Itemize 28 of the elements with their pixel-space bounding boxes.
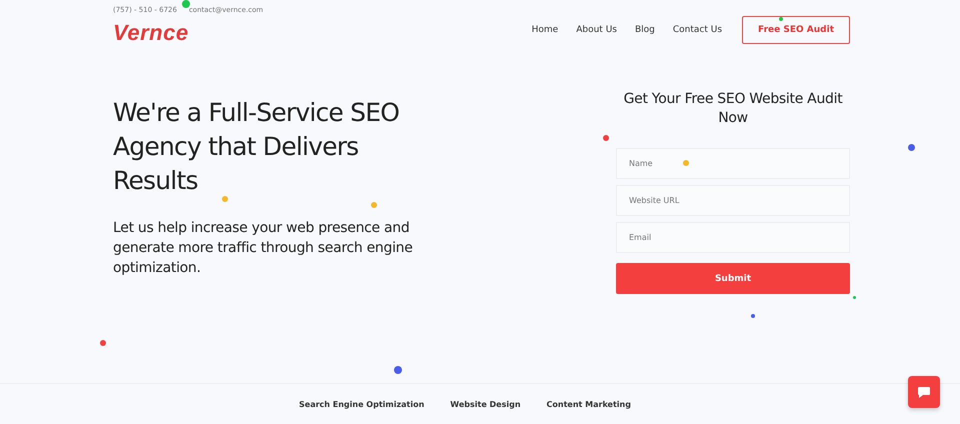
decorative-dot xyxy=(222,196,228,202)
chat-button[interactable] xyxy=(908,376,940,408)
form-title: Get Your Free SEO Website Audit Now xyxy=(622,90,844,128)
nav-link[interactable]: Home xyxy=(532,25,558,35)
decorative-dot xyxy=(852,296,856,298)
nav-link[interactable]: Contact Us xyxy=(672,25,722,35)
hero-text: Let us help increase your web presence and generate more traffic through search engine optimization. xyxy=(113,219,413,278)
decorative-dot xyxy=(603,135,609,141)
hero-title: We're a Full-Service SEO Agency that Delivers Results xyxy=(113,97,400,197)
logo[interactable]: Vernce xyxy=(113,20,264,46)
input-field[interactable]: Name xyxy=(616,148,850,179)
chat-icon xyxy=(917,386,931,398)
input-field[interactable]: Website URL xyxy=(616,185,850,216)
nav-link[interactable]: Blog xyxy=(634,25,655,35)
decorative-dot xyxy=(908,144,914,150)
service-link[interactable]: Website Design xyxy=(450,400,521,408)
decorative-dot xyxy=(751,314,755,318)
nav-link[interactable]: About Us xyxy=(576,25,617,35)
decorative-dot xyxy=(100,340,106,346)
decorative-dot xyxy=(182,0,190,8)
audit-button[interactable]: Free SEO Audit xyxy=(742,16,850,44)
submit-button[interactable]: Submit xyxy=(616,263,850,294)
service-link[interactable]: Search Engine Optimization xyxy=(299,400,424,408)
decorative-dot xyxy=(394,366,402,374)
decorative-dot xyxy=(371,202,377,208)
input-field[interactable]: Email xyxy=(616,222,850,253)
service-link[interactable]: Content Marketing xyxy=(546,400,631,408)
decorative-dot xyxy=(779,17,783,21)
